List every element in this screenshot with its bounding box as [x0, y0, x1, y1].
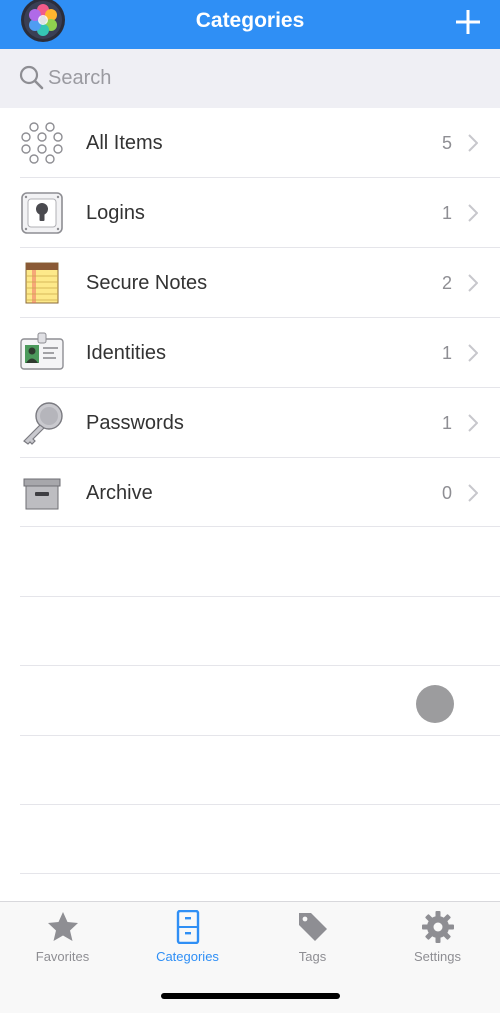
row-divider	[20, 873, 500, 874]
gear-icon	[421, 910, 455, 944]
chevron-right-icon	[468, 484, 479, 502]
add-button[interactable]	[454, 4, 482, 36]
file-cabinet-icon	[171, 909, 205, 945]
tab-label: Tags	[298, 949, 327, 964]
category-label: All Items	[86, 132, 163, 154]
category-row-logins[interactable]: Logins 1	[0, 178, 500, 247]
tab-favorites[interactable]: Favorites	[0, 902, 125, 982]
row-divider	[20, 804, 500, 805]
tab-tags[interactable]: Tags	[250, 902, 375, 982]
category-count: 5	[441, 133, 452, 153]
tab-label: Categories	[156, 949, 219, 964]
chevron-right-icon	[468, 414, 479, 432]
page-title: Categories	[195, 9, 305, 32]
key-icon	[20, 401, 64, 445]
row-divider	[20, 596, 500, 597]
app-logo-icon[interactable]	[20, 0, 66, 42]
category-label: Secure Notes	[86, 272, 208, 294]
category-label: Logins	[86, 202, 145, 224]
search-icon	[18, 64, 44, 90]
category-row-archive[interactable]: Archive 0	[0, 458, 500, 527]
chevron-right-icon	[468, 204, 479, 222]
navigation-bar: Categories	[0, 0, 500, 49]
category-count: 1	[441, 203, 452, 223]
category-label: Passwords	[86, 412, 184, 434]
touch-indicator	[416, 685, 454, 723]
chevron-right-icon	[468, 134, 479, 152]
category-row-passwords[interactable]: Passwords 1	[0, 388, 500, 457]
tab-label: Favorites	[35, 949, 90, 964]
row-divider	[20, 735, 500, 736]
category-row-all-items[interactable]: All Items 5	[0, 108, 500, 177]
identity-card-icon	[20, 331, 64, 375]
login-icon	[20, 191, 64, 235]
category-row-secure-notes[interactable]: Secure Notes 2	[0, 248, 500, 317]
home-indicator[interactable]	[161, 993, 340, 999]
category-row-identities[interactable]: Identities 1	[0, 318, 500, 387]
tab-label: Settings	[414, 949, 461, 964]
search-input[interactable]	[48, 61, 468, 95]
star-icon	[46, 910, 80, 944]
tab-settings[interactable]: Settings	[375, 902, 500, 982]
category-count: 1	[441, 343, 452, 363]
tag-icon	[296, 910, 330, 944]
row-divider	[20, 526, 500, 527]
secure-notes-icon	[20, 261, 64, 305]
row-divider	[20, 665, 500, 666]
chevron-right-icon	[468, 274, 479, 292]
search-bar	[0, 49, 500, 108]
all-items-icon	[20, 121, 64, 165]
category-label: Archive	[86, 482, 153, 504]
archive-box-icon	[20, 471, 64, 515]
category-count: 1	[441, 413, 452, 433]
category-count: 0	[441, 483, 452, 503]
category-label: Identities	[86, 342, 167, 364]
tab-categories[interactable]: Categories	[125, 902, 250, 982]
category-count: 2	[441, 273, 452, 293]
chevron-right-icon	[468, 344, 479, 362]
